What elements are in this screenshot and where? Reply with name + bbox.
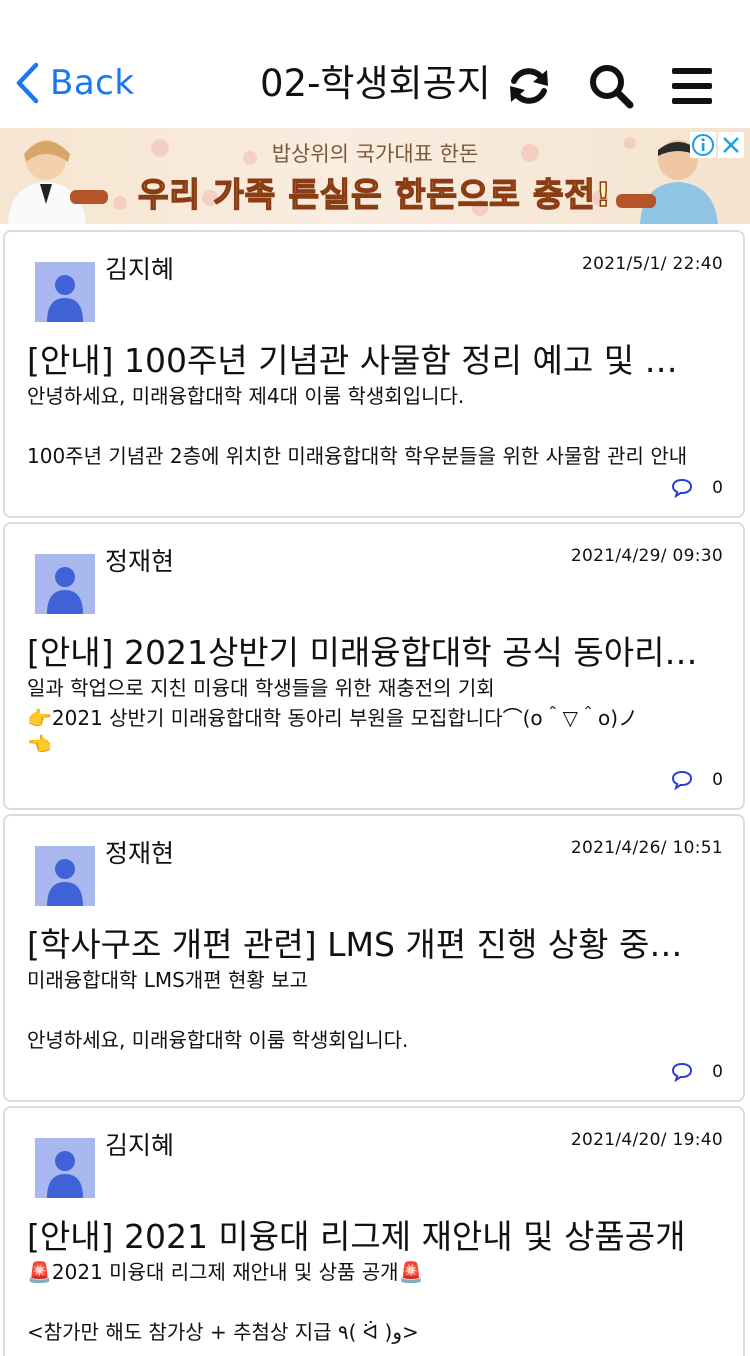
post-date: 2021/5/1/ 22:40: [582, 254, 723, 274]
avatar: [35, 846, 95, 906]
avatar: [35, 262, 95, 322]
post-author: 정재현: [105, 547, 175, 576]
post-date: 2021/4/26/ 10:51: [570, 838, 723, 858]
post-author: 정재현: [105, 839, 175, 868]
avatar: [35, 554, 95, 614]
post-preview-line: 미래융합대학 LMS개편 현황 보고: [27, 968, 308, 992]
post-preview-line: 👉2021 상반기 미래융합대학 동아리 부원을 모집합니다⌒(o＾▽＾o)ノ: [27, 706, 639, 730]
ad-close-icon[interactable]: [718, 132, 744, 158]
comment-count: 0: [712, 770, 723, 790]
comment-icon: [671, 1062, 693, 1082]
comment-icon: [671, 478, 693, 498]
post-preview-line: 안녕하세요, 미래융합대학 이룸 학생회입니다.: [27, 1028, 409, 1052]
user-avatar-icon: [47, 859, 83, 906]
post-card[interactable]: 정재현 2021/4/29/ 09:30 [안내] 2021상반기 미래융합대학…: [3, 522, 745, 810]
post-preview-line: 👈: [27, 732, 52, 756]
comment-count: 0: [712, 1062, 723, 1082]
post-author: 김지혜: [105, 1131, 175, 1160]
menu-icon[interactable]: [668, 62, 716, 110]
refresh-icon[interactable]: [505, 62, 553, 110]
navigation-bar: Back 02-학생회공지: [0, 40, 750, 128]
user-avatar-icon: [47, 1151, 83, 1198]
post-card[interactable]: 정재현 2021/4/26/ 10:51 [학사구조 개편 관련] LMS 개편…: [3, 814, 745, 1102]
post-preview-line: 일과 학업으로 지친 미융대 학생들을 위한 재충전의 기회: [27, 676, 495, 700]
user-avatar-icon: [47, 275, 83, 322]
comment-count: 0: [712, 478, 723, 498]
page-title: 02-학생회공지: [260, 62, 491, 105]
post-date: 2021/4/29/ 09:30: [570, 546, 723, 566]
post-preview-line: 안녕하세요, 미래융합대학 제4대 이룸 학생회입니다.: [27, 384, 465, 408]
post-card[interactable]: 김지혜 2021/4/20/ 19:40 [안내] 2021 미융대 리그제 재…: [3, 1106, 745, 1356]
post-author: 김지혜: [105, 255, 175, 284]
ad-banner[interactable]: 밥상위의 국가대표 한돈 우리 가족 튼실은 한돈으로 충전!: [0, 128, 750, 224]
post-preview-line: <참가만 해도 참가상 + 추첨상 지급 ٩( ᐛ )و>: [27, 1320, 419, 1344]
comment-icon: [671, 770, 693, 790]
post-title: [학사구조 개편 관련] LMS 개편 진행 상황 중간 보고: [27, 925, 703, 964]
back-label: Back: [50, 63, 135, 103]
avatar: [35, 1138, 95, 1198]
post-title: [안내] 2021상반기 미래융합대학 공식 동아리 부원 모집: [27, 633, 703, 672]
post-title: [안내] 100주년 기념관 사물함 정리 예고 및 신청 안내: [27, 341, 703, 380]
chevron-left-icon: [16, 62, 39, 104]
post-card[interactable]: 김지혜 2021/5/1/ 22:40 [안내] 100주년 기념관 사물함 정…: [3, 230, 745, 518]
search-icon[interactable]: [587, 62, 635, 110]
post-title: [안내] 2021 미융대 리그제 재안내 및 상품공개: [27, 1217, 686, 1256]
user-avatar-icon: [47, 567, 83, 614]
post-date: 2021/4/20/ 19:40: [570, 1130, 723, 1150]
post-preview-line: 🚨2021 미융대 리그제 재안내 및 상품 공개🚨: [27, 1260, 424, 1284]
back-button[interactable]: Back: [14, 60, 135, 106]
ad-info-icon[interactable]: [690, 132, 716, 158]
post-preview-line: 100주년 기념관 2층에 위치한 미래융합대학 학우분들을 위한 사물함 관리…: [27, 444, 688, 468]
